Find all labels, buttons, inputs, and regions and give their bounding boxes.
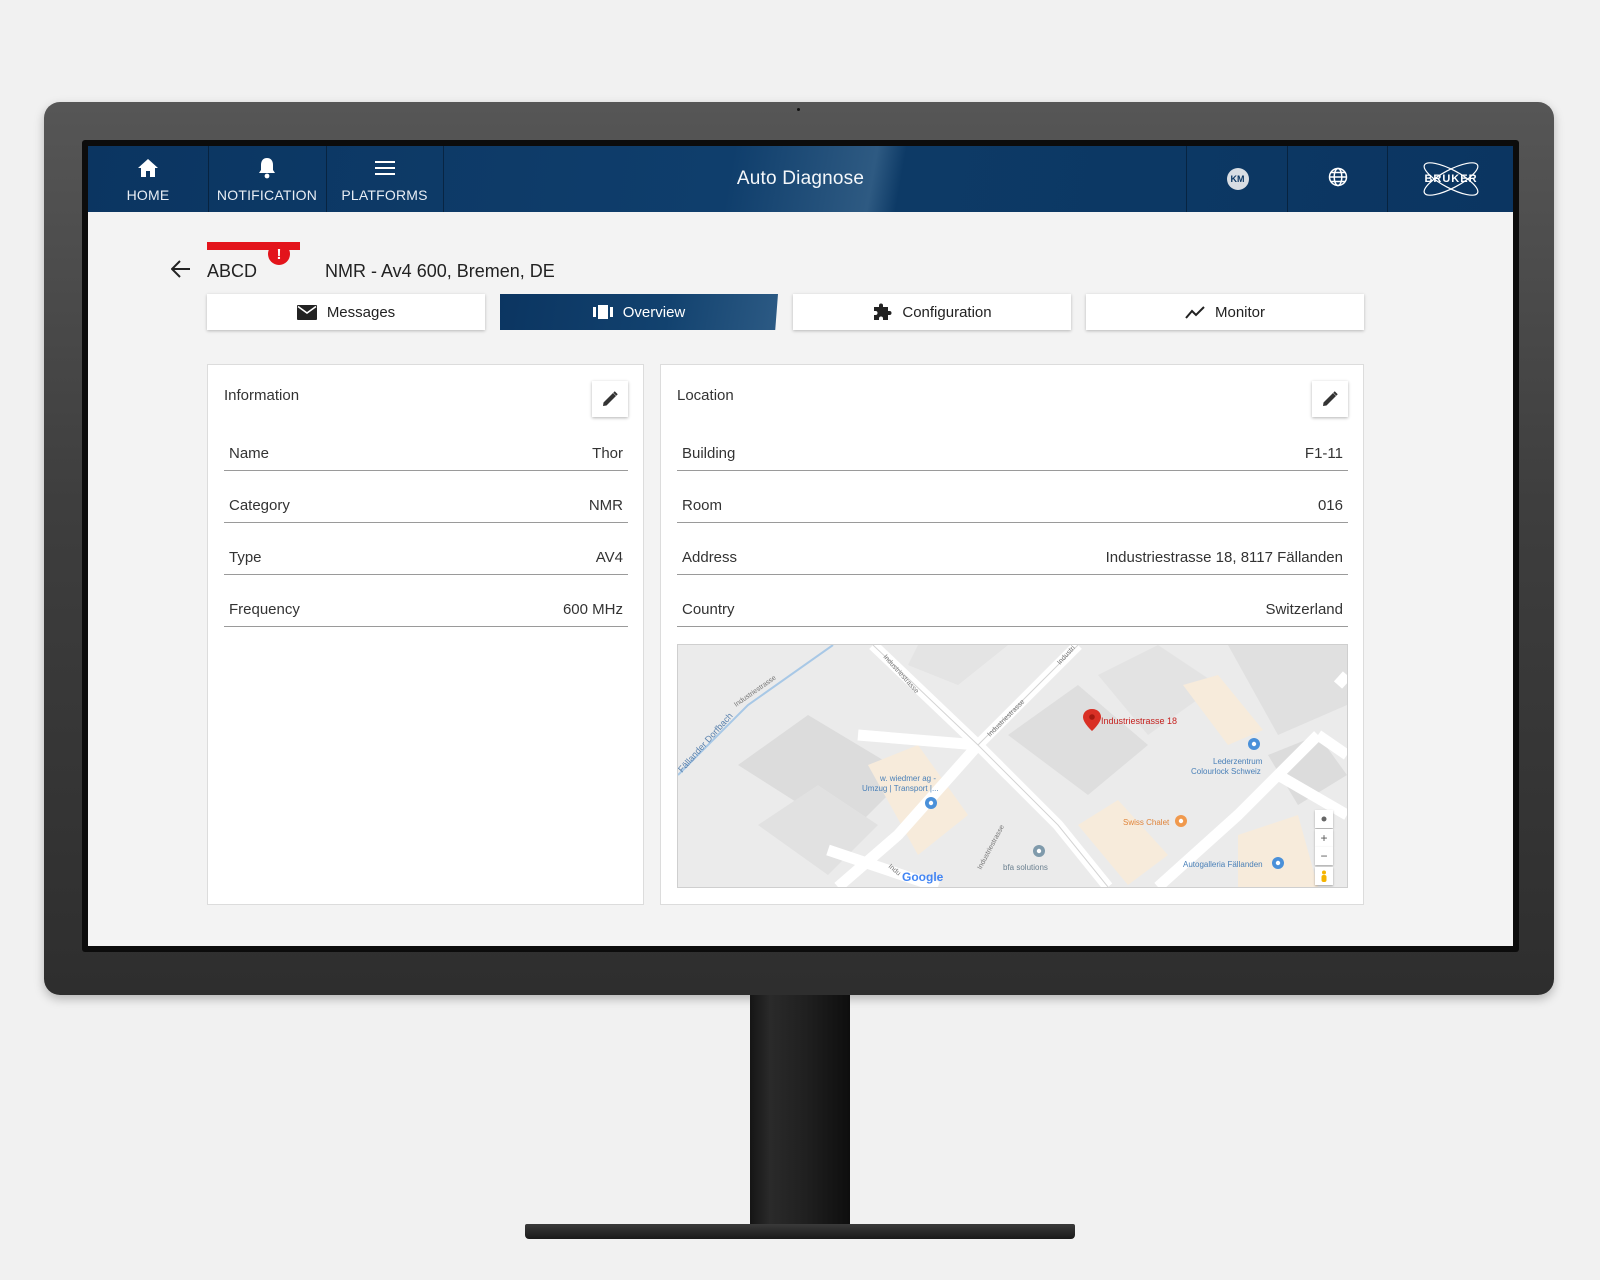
device-description: NMR - Av4 600, Bremen, DE <box>325 261 555 281</box>
location-building-label: Building <box>682 445 736 462</box>
information-card: Information Name Thor Category NMR Type … <box>207 364 644 905</box>
location-room-label: Room <box>682 497 723 514</box>
pencil-icon <box>603 391 618 406</box>
location-title: Location <box>677 387 734 404</box>
info-row-name: Name Thor <box>224 435 628 471</box>
overview-icon <box>592 305 613 319</box>
info-name-value: Thor <box>592 445 623 462</box>
poi-wiedmer-line2: Umzug | Transport |... <box>862 784 939 793</box>
crosshair-icon <box>1321 816 1327 822</box>
back-button[interactable] <box>170 260 191 283</box>
device-id: ABCD <box>207 261 258 281</box>
info-frequency-label: Frequency <box>229 601 300 618</box>
info-category-label: Category <box>229 497 290 514</box>
map-locate-button[interactable] <box>1315 810 1333 828</box>
info-row-category: Category NMR <box>224 487 628 523</box>
poi-marker-icon <box>1033 845 1045 857</box>
arrow-left-icon <box>170 260 190 278</box>
info-name-label: Name <box>229 445 270 462</box>
trend-line-icon <box>1185 305 1205 319</box>
puzzle-icon <box>872 302 892 322</box>
poi-marker-icon <box>1272 857 1284 869</box>
monitor-frame: HOME NOTIFICATION PLATFORMS Auto Diagnos… <box>44 102 1554 995</box>
tab-messages[interactable]: Messages <box>207 294 485 330</box>
info-type-value: AV4 <box>595 549 623 566</box>
envelope-icon <box>296 304 317 320</box>
poi-autogalleria: Autogalleria Fällanden <box>1183 860 1263 869</box>
info-frequency-value: 600 MHz <box>562 601 623 618</box>
pegman-icon <box>1321 870 1327 882</box>
information-title: Information <box>224 387 300 404</box>
location-row-building: Building F1-11 <box>677 435 1348 471</box>
location-country-value: Switzerland <box>1265 601 1343 618</box>
pencil-icon <box>1323 391 1338 406</box>
tab-configuration[interactable]: Configuration <box>793 294 1071 330</box>
bruker-logo-text: BRUKER <box>1424 173 1478 185</box>
info-row-type: Type AV4 <box>224 539 628 575</box>
bruker-logo: BRUKER <box>1387 146 1513 212</box>
tab-configuration-label: Configuration <box>902 303 992 321</box>
tab-overview[interactable]: Overview <box>500 294 778 330</box>
location-address-value: Industriestrasse 18, 8117 Fällanden <box>1105 549 1343 566</box>
tab-monitor-label: Monitor <box>1214 303 1266 321</box>
poi-bfa: bfa solutions <box>1003 863 1048 872</box>
info-type-label: Type <box>229 549 262 566</box>
location-building-value: F1-11 <box>1304 445 1343 462</box>
poi-lederzentrum-line1: Lederzentrum <box>1213 757 1263 766</box>
globe-icon <box>1328 167 1348 192</box>
info-category-value: NMR <box>588 497 623 514</box>
map-zoom-out-button[interactable]: − <box>1315 847 1333 865</box>
info-row-frequency: Frequency 600 MHz <box>224 591 628 627</box>
webcam <box>797 108 800 111</box>
map-zoom-in-button[interactable]: + <box>1315 829 1333 847</box>
map-pin-label: Industriestrasse 18 <box>1101 716 1177 726</box>
location-address-label: Address <box>682 549 738 566</box>
poi-marker-icon <box>1248 738 1260 750</box>
location-row-country: Country Switzerland <box>677 591 1348 627</box>
app-screen: HOME NOTIFICATION PLATFORMS Auto Diagnos… <box>88 146 1513 946</box>
alert-icon[interactable]: ! <box>268 243 290 265</box>
google-logo: Google <box>902 870 944 884</box>
avatar: KM <box>1226 168 1249 190</box>
location-card: Location Building F1-11 Room 016 Address… <box>660 364 1364 905</box>
monitor-bezel: HOME NOTIFICATION PLATFORMS Auto Diagnos… <box>82 140 1519 952</box>
poi-restaurant-icon <box>1175 815 1187 827</box>
location-map[interactable]: Industriestrasse Industriestrasse Indust… <box>677 644 1348 888</box>
location-row-address: Address Industriestrasse 18, 8117 Fällan… <box>677 539 1348 575</box>
poi-swiss-chalet: Swiss Chalet <box>1123 818 1170 827</box>
poi-wiedmer-line1: w. wiedmer ag - <box>879 774 936 783</box>
edit-information-button[interactable] <box>592 381 628 417</box>
location-country-label: Country <box>682 601 735 618</box>
monitor-stand-base <box>525 1224 1075 1239</box>
tab-overview-label: Overview <box>622 303 686 321</box>
poi-marker-icon <box>925 797 937 809</box>
tab-messages-label: Messages <box>326 303 396 321</box>
top-nav-bar: HOME NOTIFICATION PLATFORMS Auto Diagnos… <box>88 146 1513 212</box>
language-button[interactable] <box>1287 146 1388 212</box>
edit-location-button[interactable] <box>1312 381 1348 417</box>
street-view-button[interactable] <box>1315 867 1333 885</box>
monitor-stand-neck <box>750 995 850 1227</box>
poi-lederzentrum-line2: Colourlock Schweiz <box>1191 767 1261 776</box>
location-row-room: Room 016 <box>677 487 1348 523</box>
tab-monitor[interactable]: Monitor <box>1086 294 1364 330</box>
location-room-value: 016 <box>1317 497 1343 514</box>
user-avatar-button[interactable]: KM <box>1186 146 1288 212</box>
